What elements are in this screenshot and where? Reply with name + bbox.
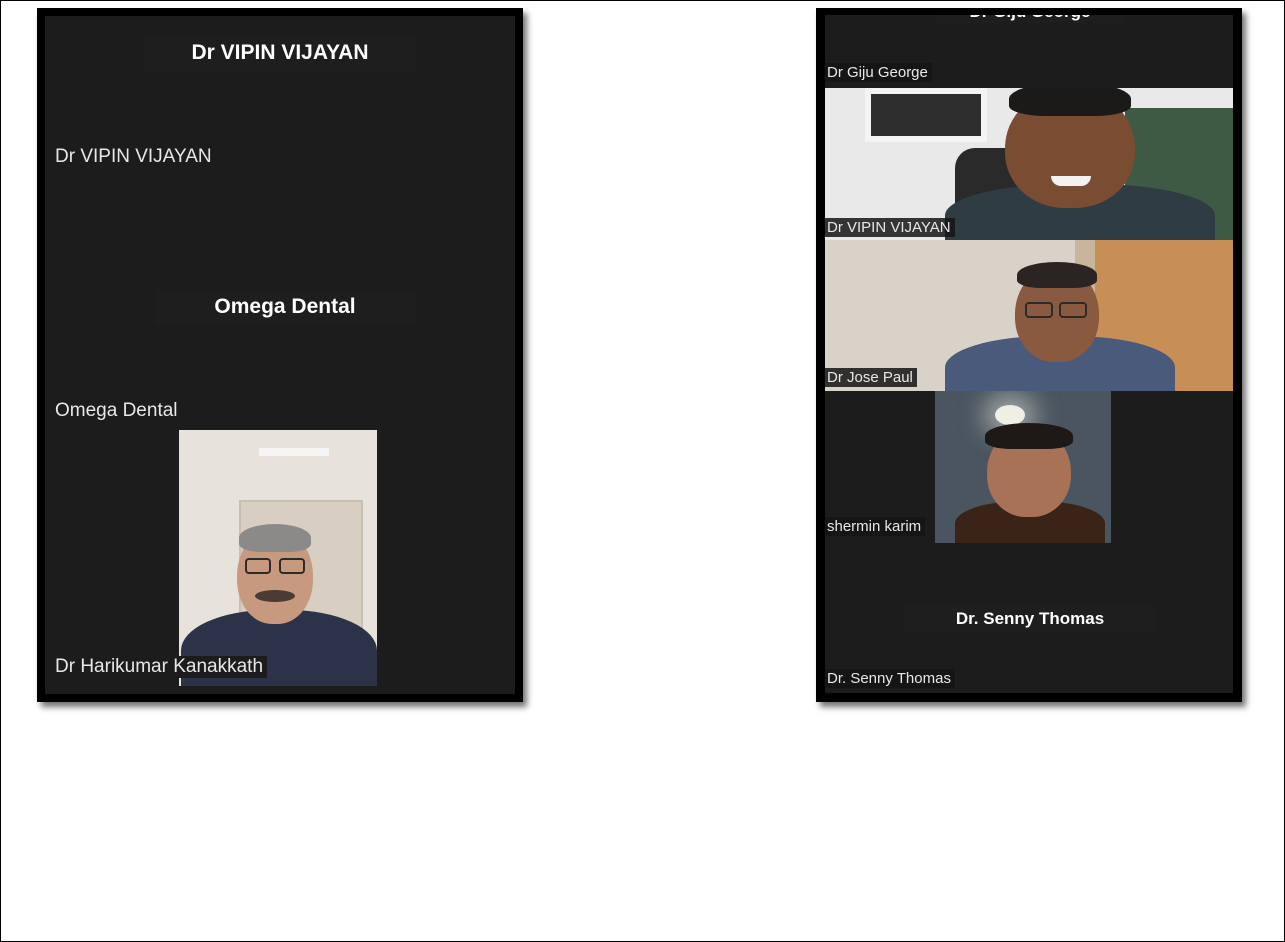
participant-label[interactable]: shermin karim [825, 517, 926, 536]
participant-label[interactable]: Dr. Senny Thomas [825, 669, 955, 688]
participant-tile-giju[interactable]: Dr Giju George Dr Giju George [825, 15, 1233, 88]
participant-name-center: Dr VIPIN VIJAYAN [145, 34, 415, 72]
participant-label[interactable]: Dr VIPIN VIJAYAN [53, 146, 216, 168]
window-background [865, 88, 987, 142]
video-gallery-right: Dr Giju George Dr Giju George Dr VIPIN V… [816, 8, 1242, 702]
participant-label[interactable]: Dr VIPIN VIJAYAN [825, 218, 955, 237]
video-feed [935, 391, 1111, 543]
participant-video-jose[interactable]: Dr Jose Paul [825, 240, 1233, 391]
participant-name-center: Dr. Senny Thomas [905, 605, 1155, 633]
ceiling-light [259, 448, 329, 456]
video-gallery-left: Dr VIPIN VIJAYAN Dr VIPIN VIJAYAN Omega … [37, 8, 523, 702]
participant-name-center: Dr Giju George [935, 15, 1125, 23]
participant-label[interactable]: Omega Dental [53, 400, 182, 422]
participant-tile-senny[interactable]: Dr. Senny Thomas Dr. Senny Thomas [825, 543, 1233, 693]
participant-label[interactable]: Dr Jose Paul [825, 368, 917, 387]
participant-video-vipin[interactable]: Dr VIPIN VIJAYAN [825, 88, 1233, 240]
ceiling-light [995, 405, 1025, 425]
participant-video-shermin[interactable]: shermin karim [825, 391, 1233, 543]
participant-video-harikumar[interactable] [179, 430, 377, 686]
participant-name-center: Omega Dental [155, 290, 415, 324]
participant-label[interactable]: Dr Giju George [825, 63, 932, 82]
participant-label[interactable]: Dr Harikumar Kanakkath [53, 656, 268, 678]
